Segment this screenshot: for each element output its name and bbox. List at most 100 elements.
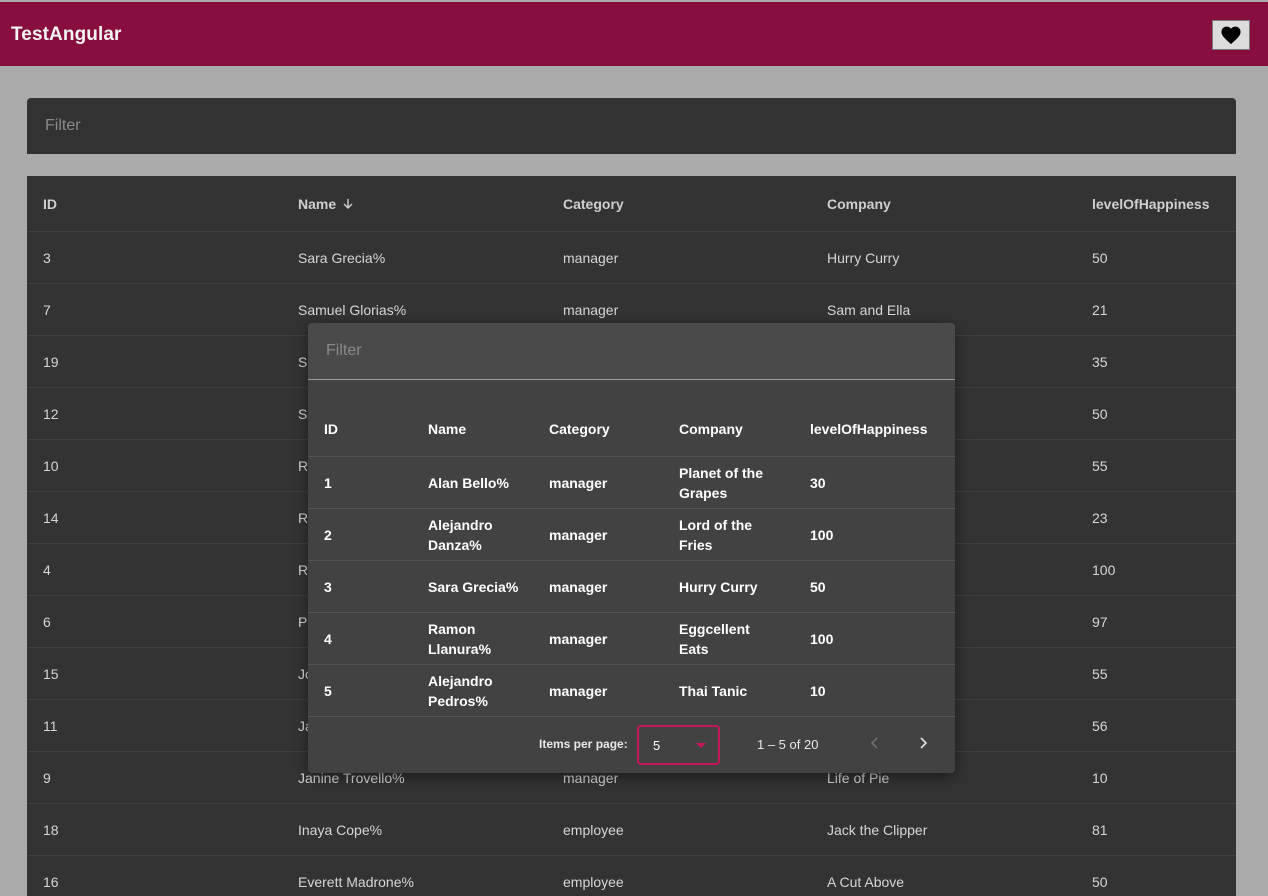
header-id[interactable]: ID [43,176,57,231]
dialog-cell-category: manager [549,474,608,491]
cell-company: Hurry Curry [827,249,900,266]
dialog-cell-company: Planet of the Grapes [679,464,764,501]
dialog-filter-input[interactable] [324,341,943,361]
dialog-cell-category: manager [549,682,608,699]
dialog-cell-id: 2 [324,526,332,543]
dialog-cell-name: Alan Bello% [428,474,509,491]
cell-company: A Cut Above [827,873,905,890]
header-category[interactable]: Category [563,176,624,231]
page-size-select[interactable]: 5 [637,725,720,765]
cell-name: Inaya Cope% [298,821,383,838]
dialog-cell-level-of-happiness: 100 [810,630,834,647]
dialog-cell-company: Lord of the Fries [679,516,753,553]
cell-level-of-happiness: 100 [1092,561,1116,578]
cell-id: 18 [43,821,59,838]
dialog-cell-id: 4 [324,630,332,647]
cell-id: 14 [43,509,59,526]
cell-category: employee [563,873,624,890]
dialog-cell-category: manager [549,578,608,595]
cell-id: 10 [43,457,59,474]
dialog-cell-name: Alejandro Pedros% [428,672,493,709]
dropdown-caret-icon [696,743,706,748]
chevron-left-icon [870,737,878,749]
dialog-cell-id: 5 [324,682,332,699]
page-range-label: 1 – 5 of 20 [757,737,819,752]
header-level-of-happiness[interactable]: levelOfHappiness [1092,176,1210,231]
cell-level-of-happiness: 97 [1092,613,1108,630]
cell-level-of-happiness: 50 [1092,249,1108,266]
cell-name: R [298,457,309,474]
cell-id: 12 [43,405,59,422]
header-company[interactable]: Company [827,176,891,231]
dialog-table: ID Name Category Company levelOfHappines… [308,401,955,717]
cell-level-of-happiness: 55 [1092,457,1108,474]
dialog-table-row[interactable]: 4 Ramon Llanura% manager Eggcellent Eats 100 [308,613,955,665]
dialog-cell-level-of-happiness: 10 [810,682,826,699]
table-row[interactable]: 3 Sara Grecia% manager Hurry Curry 50 [27,232,1236,284]
cell-name: S [298,353,308,370]
cell-level-of-happiness: 35 [1092,353,1108,370]
cell-name: Sara Grecia% [298,249,386,266]
favorite-button[interactable] [1212,20,1250,50]
dialog-cell-level-of-happiness: 30 [810,474,826,491]
dialog-cell-category: manager [549,526,608,543]
dialog-cell-category: manager [549,630,608,647]
cell-level-of-happiness: 21 [1092,301,1108,318]
items-per-page-label: Items per page: [539,737,628,751]
dialog-cell-company: Eggcellent Eats [679,620,750,657]
header-name-label: Name [298,195,337,212]
arrow-down-icon [343,198,353,209]
cell-level-of-happiness: 81 [1092,821,1108,838]
cell-id: 3 [43,249,51,266]
dialog-header-id[interactable]: ID [324,401,338,456]
cell-name: Everett Madrone% [298,873,414,890]
cell-id: 16 [43,873,59,890]
dialog-cell-company: Hurry Curry [679,578,758,595]
cell-id: 6 [43,613,51,630]
cell-name: P [298,613,308,630]
main-filter-field[interactable] [27,98,1236,154]
dialog-filter-field[interactable] [308,323,955,380]
dialog-table-row[interactable]: 5 Alejandro Pedros% manager Thai Tanic 10 [308,665,955,717]
app-title: TestAngular [11,24,122,45]
previous-page-button[interactable] [863,731,887,755]
cell-level-of-happiness: 50 [1092,405,1108,422]
dialog-table-row[interactable]: 1 Alan Bello% manager Planet of the Grapes 3… [308,457,955,509]
dialog-header-company[interactable]: Company [679,401,779,456]
cell-category: manager [563,249,619,266]
dialog-cell-id: 1 [324,474,332,491]
dialog-cell-name: Sara Grecia% [428,578,519,595]
dialog-table-row[interactable]: 2 Alejandro Danza% manager Lord of the Frie… [308,509,955,561]
main-filter-input[interactable] [43,116,1196,136]
cell-id: 19 [43,353,59,370]
cell-level-of-happiness: 50 [1092,873,1108,890]
dialog-cell-id: 3 [324,578,332,595]
cell-name: R [298,509,309,526]
cell-level-of-happiness: 55 [1092,665,1108,682]
page-size-value: 5 [653,738,661,753]
cell-id: 4 [43,561,51,578]
dialog-header-name[interactable]: Name [428,401,533,456]
dialog-cell-name: Alejandro Danza% [428,516,493,553]
dialog-header-category[interactable]: Category [549,401,610,456]
dialog-cell-level-of-happiness: 50 [810,578,826,595]
cell-level-of-happiness: 23 [1092,509,1108,526]
chevron-right-icon [920,737,928,749]
dialog-table-header-row: ID Name Category Company levelOfHappines… [308,401,955,457]
dialog-header-level-of-happiness[interactable]: levelOfHappiness [810,401,928,456]
dialog-table-row[interactable]: 3 Sara Grecia% manager Hurry Curry 50 [308,561,955,613]
table-row[interactable]: 16 Everett Madrone% employee A Cut Above 50 [27,856,1236,896]
main-table-header-row: ID Name Category Company levelOfHappines… [27,176,1236,232]
header-name[interactable]: Name [298,176,354,231]
cell-name: S [298,405,308,422]
cell-name: R [298,561,309,578]
cell-company: Jack the Clipper [827,821,928,838]
paginator: Items per page: 5 1 – 5 of 20 [308,715,955,771]
dialog-cell-level-of-happiness: 100 [810,526,834,543]
next-page-button[interactable] [911,731,935,755]
cell-id: 15 [43,665,59,682]
table-row[interactable]: 18 Inaya Cope% employee Jack the Clipper 81 [27,804,1236,856]
cell-level-of-happiness: 56 [1092,717,1108,734]
dialog-cell-name: Ramon Llanura% [428,620,492,657]
filter-dialog: ID Name Category Company levelOfHappines… [308,323,955,773]
